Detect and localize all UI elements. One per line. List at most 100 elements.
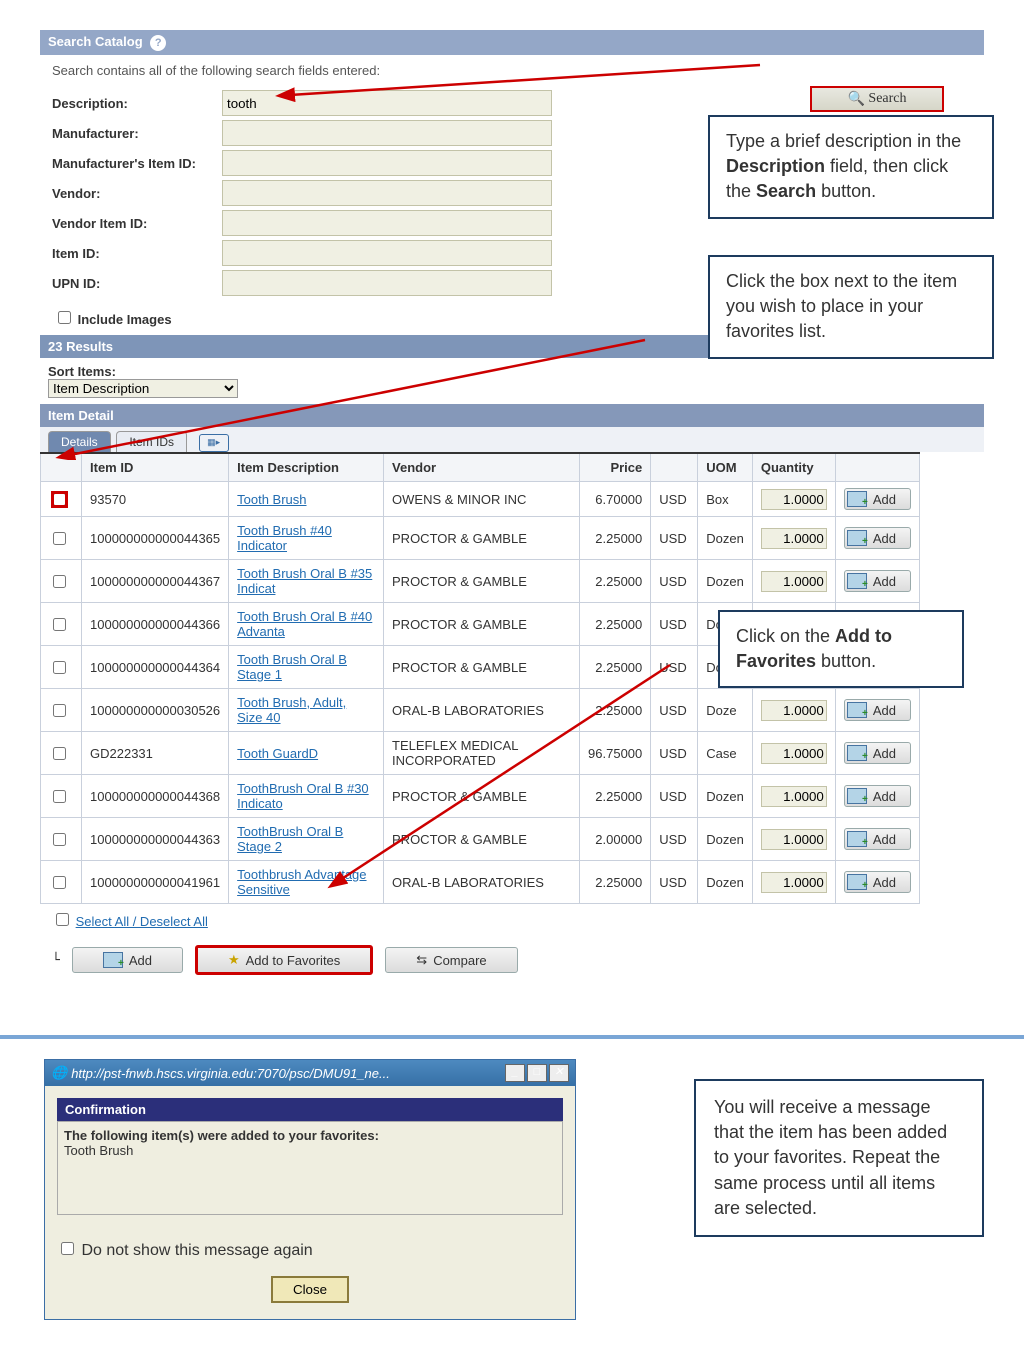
select-all-checkbox[interactable]: [56, 913, 69, 926]
vendor-item-id-input[interactable]: [222, 210, 552, 236]
header-title: Search Catalog: [48, 34, 143, 49]
confirmation-header: Confirmation: [57, 1098, 563, 1121]
row-add-button[interactable]: Add: [844, 742, 911, 764]
cell-price: 2.25000: [580, 689, 651, 732]
item-description-link[interactable]: Tooth GuardD: [237, 746, 318, 761]
row-add-button[interactable]: Add: [844, 699, 911, 721]
item-description-link[interactable]: Tooth Brush #40 Indicator: [237, 523, 332, 553]
row-checkbox[interactable]: [53, 493, 66, 506]
item-description-link[interactable]: Tooth Brush Oral B #35 Indicat: [237, 566, 372, 596]
search-button[interactable]: 🔍 Search: [810, 86, 944, 112]
cell-price: 2.25000: [580, 603, 651, 646]
cell-item-id: 100000000000030526: [82, 689, 229, 732]
manufacturer-input[interactable]: [222, 120, 552, 146]
table-row: GD222331Tooth GuardDTELEFLEX MEDICAL INC…: [41, 732, 920, 775]
description-label: Description:: [52, 96, 222, 111]
row-checkbox[interactable]: [53, 575, 66, 588]
tab-details[interactable]: Details: [48, 431, 111, 452]
quantity-input[interactable]: [761, 700, 827, 721]
include-images-checkbox[interactable]: [58, 311, 71, 324]
row-add-button[interactable]: Add: [844, 488, 911, 510]
item-description-link[interactable]: ToothBrush Oral B #30 Indicato: [237, 781, 369, 811]
cell-currency: USD: [651, 818, 698, 861]
item-description-link[interactable]: ToothBrush Oral B Stage 2: [237, 824, 343, 854]
section-separator: [0, 1035, 1024, 1039]
cell-price: 2.25000: [580, 560, 651, 603]
close-button[interactable]: Close: [271, 1276, 349, 1303]
quantity-input[interactable]: [761, 743, 827, 764]
cell-vendor: PROCTOR & GAMBLE: [384, 646, 580, 689]
quantity-input[interactable]: [761, 571, 827, 592]
row-add-button[interactable]: Add: [844, 871, 911, 893]
vendor-item-id-label: Vendor Item ID:: [52, 216, 222, 231]
select-all-link[interactable]: Select All / Deselect All: [76, 914, 208, 929]
callout-4: You will receive a message that the item…: [694, 1079, 984, 1237]
row-checkbox[interactable]: [53, 704, 66, 717]
col-uom: UOM: [698, 453, 753, 482]
row-add-button[interactable]: Add: [844, 527, 911, 549]
upn-id-input[interactable]: [222, 270, 552, 296]
row-add-button[interactable]: Add: [844, 785, 911, 807]
row-add-button[interactable]: Add: [844, 570, 911, 592]
quantity-input[interactable]: [761, 489, 827, 510]
cell-currency: USD: [651, 482, 698, 517]
table-row: 100000000000044368ToothBrush Oral B #30 …: [41, 775, 920, 818]
sort-select[interactable]: Item Description: [48, 379, 238, 398]
manufacturer-item-id-input[interactable]: [222, 150, 552, 176]
ie-icon: 🌐: [51, 1065, 67, 1081]
cell-currency: USD: [651, 603, 698, 646]
cell-uom: Dozen: [698, 861, 753, 904]
item-description-link[interactable]: Tooth Brush, Adult, Size 40: [237, 695, 346, 725]
item-description-link[interactable]: Tooth Brush Oral B Stage 1: [237, 652, 347, 682]
quantity-input[interactable]: [761, 829, 827, 850]
item-description-link[interactable]: Tooth Brush Oral B #40 Advanta: [237, 609, 372, 639]
item-description-link[interactable]: Toothbrush Advantage Sensitive: [237, 867, 366, 897]
help-icon[interactable]: ?: [150, 35, 166, 51]
cart-icon: [847, 874, 867, 890]
item-id-label: Item ID:: [52, 246, 222, 261]
row-checkbox[interactable]: [53, 790, 66, 803]
minimize-icon[interactable]: _: [505, 1064, 525, 1082]
row-checkbox[interactable]: [53, 747, 66, 760]
cell-price: 2.00000: [580, 818, 651, 861]
confirmation-item: Tooth Brush: [64, 1143, 556, 1158]
vendor-input[interactable]: [222, 180, 552, 206]
close-icon[interactable]: ✕: [549, 1064, 569, 1082]
row-checkbox[interactable]: [53, 661, 66, 674]
item-id-input[interactable]: [222, 240, 552, 266]
quantity-input[interactable]: [761, 786, 827, 807]
dont-show-again-checkbox[interactable]: [61, 1242, 74, 1255]
cell-currency: USD: [651, 689, 698, 732]
row-checkbox[interactable]: [53, 876, 66, 889]
cell-item-id: 93570: [82, 482, 229, 517]
add-to-favorites-button[interactable]: ★Add to Favorites: [195, 945, 373, 975]
row-checkbox[interactable]: [53, 532, 66, 545]
tab-item-ids[interactable]: Item IDs: [116, 431, 187, 452]
row-checkbox[interactable]: [53, 833, 66, 846]
cart-icon: [847, 530, 867, 546]
confirmation-msg: The following item(s) were added to your…: [64, 1128, 556, 1143]
row-checkbox[interactable]: [53, 618, 66, 631]
bottom-add-button[interactable]: Add: [72, 947, 183, 973]
expand-tabs-icon[interactable]: ▦▸: [199, 434, 229, 452]
star-icon: ★: [228, 952, 240, 968]
col-item-description: Item Description: [229, 453, 384, 482]
quantity-input[interactable]: [761, 872, 827, 893]
magnifier-icon: 🔍: [847, 91, 864, 108]
quantity-input[interactable]: [761, 528, 827, 549]
compare-button[interactable]: ⇆Compare: [385, 947, 517, 973]
maximize-icon[interactable]: □: [527, 1064, 547, 1082]
confirmation-section: 🌐 http://pst-fnwb.hscs.virginia.edu:7070…: [0, 1059, 1024, 1360]
row-add-button[interactable]: Add: [844, 828, 911, 850]
dont-show-label: Do not show this message again: [81, 1242, 312, 1259]
cell-currency: USD: [651, 775, 698, 818]
cell-item-id: 100000000000044364: [82, 646, 229, 689]
item-description-link[interactable]: Tooth Brush: [237, 492, 306, 507]
cell-item-id: 100000000000044366: [82, 603, 229, 646]
table-row: 100000000000041961Toothbrush Advantage S…: [41, 861, 920, 904]
cart-icon: [847, 788, 867, 804]
description-input[interactable]: [222, 90, 552, 116]
callout-2: Click the box next to the item you wish …: [708, 255, 994, 359]
compare-icon: ⇆: [416, 952, 427, 968]
table-row: 100000000000044365Tooth Brush #40 Indica…: [41, 517, 920, 560]
